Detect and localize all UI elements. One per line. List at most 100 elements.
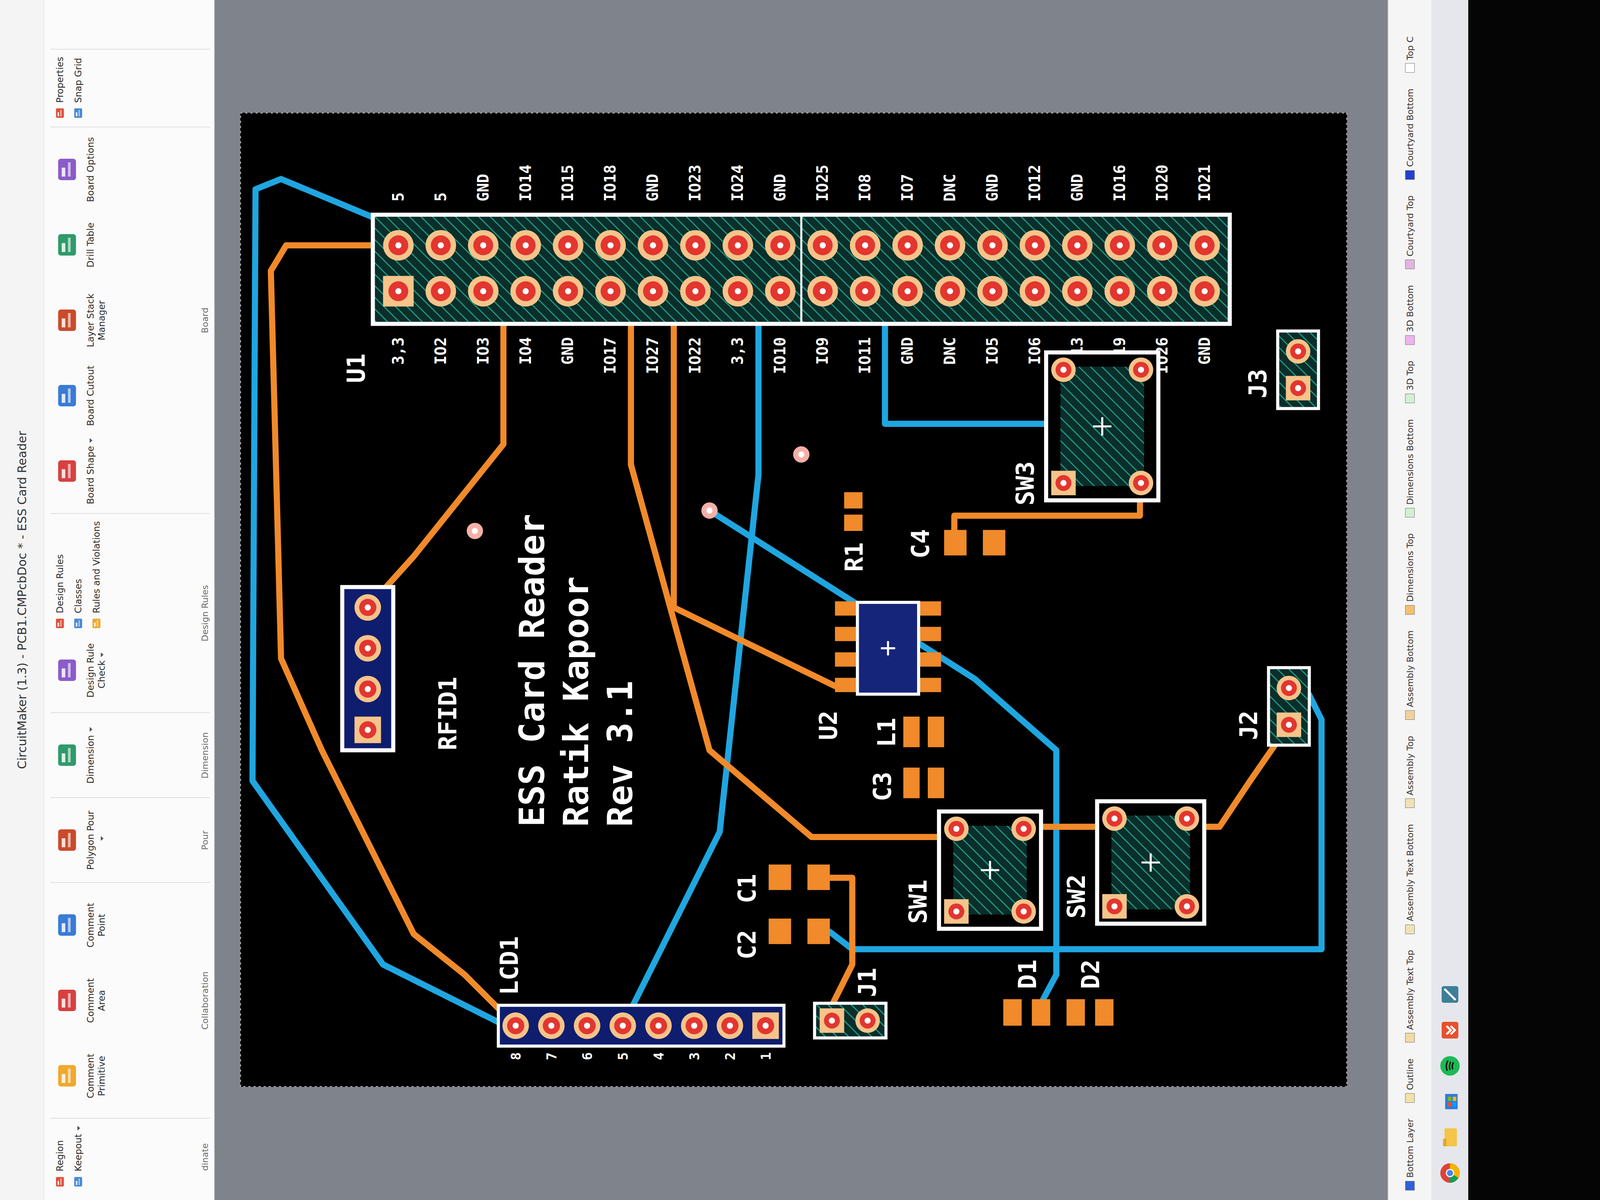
ribbon-button[interactable]: Board Cutout	[50, 360, 99, 431]
component[interactable]: C3	[868, 767, 945, 802]
ribbon-group: Polygon PourPour	[50, 797, 210, 883]
tool-icon	[71, 106, 85, 120]
smd-pad	[1095, 999, 1114, 1026]
component[interactable]: C1	[732, 864, 831, 904]
pad	[502, 1012, 529, 1039]
layer-color-swatch	[1405, 710, 1415, 720]
pcb-canvas[interactable]: 55GNDIO14IO15IO18GNDIO23IO24GNDIO25IO8IO…	[240, 112, 1348, 1087]
diode	[1003, 999, 1050, 1026]
designator: C3	[868, 771, 898, 802]
ribbon-button[interactable]: Polygon Pour	[50, 805, 110, 875]
pin-label: IO9	[813, 337, 832, 366]
component[interactable]: D1	[1003, 959, 1050, 1026]
component[interactable]: C4	[906, 528, 1006, 559]
ribbon-group-label: Board	[197, 134, 210, 506]
component[interactable]: J1	[814, 967, 887, 1038]
layer-tab[interactable]: Bottom Layer	[1405, 1118, 1416, 1191]
designator: LCD1	[495, 936, 524, 996]
pin-label: GND	[898, 337, 917, 366]
pad	[1019, 275, 1050, 307]
trace	[829, 688, 1322, 950]
ribbon-button[interactable]: Comment Point	[50, 890, 110, 960]
via	[793, 446, 810, 463]
circuitmaker-icon[interactable]	[1438, 1019, 1462, 1042]
layer-tab[interactable]: 3D Top	[1405, 360, 1416, 404]
pin-number: 5	[615, 1052, 631, 1061]
layer-tab[interactable]: Courtyard Top	[1405, 195, 1416, 270]
component[interactable]: SW2	[1062, 801, 1205, 924]
push-switch	[1046, 352, 1159, 501]
component[interactable]: C2	[732, 918, 831, 960]
pin-number: 1	[758, 1052, 774, 1061]
smd-component	[844, 492, 863, 531]
ribbon-group-label: dinate	[197, 1125, 210, 1189]
ribbon-button[interactable]: Dimension	[50, 720, 99, 791]
component[interactable]: SW1	[903, 811, 1041, 929]
ribbon-button[interactable]: Layer Stack Manager	[50, 285, 110, 356]
pad	[510, 230, 541, 261]
spotify-icon[interactable]	[1438, 1054, 1462, 1077]
layer-tab-label: Dimensions Top	[1405, 533, 1416, 602]
monitor: CircuitMaker (1.3) - PCB1.CMPcbDoc * - E…	[0, 0, 1600, 1200]
component[interactable]: D2	[1066, 959, 1114, 1026]
pad	[552, 275, 584, 307]
layer-tab[interactable]: Dimensions Top	[1405, 533, 1416, 615]
ribbon-small-column: Region Keepout	[50, 1125, 85, 1189]
layer-tab[interactable]: Top C	[1405, 36, 1416, 73]
ribbon-small-button[interactable]: Properties	[53, 56, 67, 120]
layer-tab[interactable]: Assembly Text Bottom	[1405, 824, 1416, 935]
pin-label: IO22	[686, 337, 704, 375]
ribbon-button[interactable]: Comment Area	[50, 965, 110, 1036]
ribbon-button[interactable]: Comment Primitive	[50, 1040, 110, 1111]
layer-tab[interactable]: Courtyard Bottom	[1405, 88, 1416, 180]
pin-label: IO21	[1195, 164, 1214, 202]
ribbon-button-label: Polygon Pour	[85, 806, 108, 874]
app-icon[interactable]	[1438, 983, 1462, 1006]
ribbon-button[interactable]: Design Rule Check	[50, 635, 110, 706]
ribbon-button[interactable]: Drill Table	[50, 209, 99, 280]
ribbon-group-label: Design Rules	[197, 521, 210, 706]
ribbon-button-label: Rules and Violations	[91, 521, 102, 614]
layer-tab[interactable]: Dimensions Bottom	[1405, 419, 1416, 518]
tool-icon	[52, 305, 82, 335]
tool-icon	[52, 381, 82, 410]
pin-label: IO24	[728, 164, 747, 202]
component[interactable]: L1	[872, 716, 945, 748]
designator: D1	[1013, 959, 1043, 989]
pad	[752, 1012, 779, 1039]
ribbon-small-button[interactable]: Classes	[71, 521, 85, 630]
chrome-icon[interactable]	[1438, 1161, 1462, 1185]
pin-label: GND	[474, 173, 493, 202]
ribbon-small-button[interactable]: Region	[53, 1125, 67, 1189]
pad	[425, 230, 456, 261]
component[interactable]: R1	[840, 492, 869, 572]
pin-label: IO5	[983, 337, 1002, 366]
component[interactable]: J2	[1234, 667, 1310, 745]
pad	[976, 275, 1008, 307]
layer-tab[interactable]: Assembly Bottom	[1405, 630, 1416, 721]
store-icon[interactable]	[1438, 1090, 1462, 1113]
designator: RFID1	[433, 676, 463, 751]
component[interactable]: RFID1	[342, 586, 463, 750]
ribbon-button-label: Comment Primitive	[85, 1042, 108, 1110]
ribbon-small-button[interactable]: Design Rules	[53, 521, 67, 630]
pad	[765, 275, 796, 307]
component[interactable]: J3	[1244, 330, 1319, 409]
layer-tab[interactable]: Assembly Top	[1405, 735, 1416, 808]
smd-pad	[834, 652, 858, 667]
ribbon-button[interactable]: Board Options	[50, 134, 99, 205]
ribbon-button[interactable]: Board Shape	[50, 436, 99, 506]
ribbon-small-button[interactable]: Snap Grid	[71, 56, 85, 120]
component[interactable]: SW3	[1011, 352, 1159, 506]
ribbon-small-button[interactable]: Rules and Violations	[90, 521, 103, 630]
ribbon-small-button[interactable]: Keepout	[71, 1125, 85, 1189]
pad	[722, 230, 754, 261]
pad	[944, 899, 969, 924]
tool-icon	[52, 910, 82, 940]
layer-tab[interactable]: Outline	[1405, 1058, 1416, 1103]
layer-tab[interactable]: Assembly Text Top	[1405, 950, 1416, 1043]
layer-tab[interactable]: 3D Bottom	[1405, 284, 1416, 345]
tool-icon	[71, 617, 85, 630]
pin-number: 7	[544, 1052, 560, 1061]
folder-icon[interactable]	[1438, 1126, 1462, 1149]
